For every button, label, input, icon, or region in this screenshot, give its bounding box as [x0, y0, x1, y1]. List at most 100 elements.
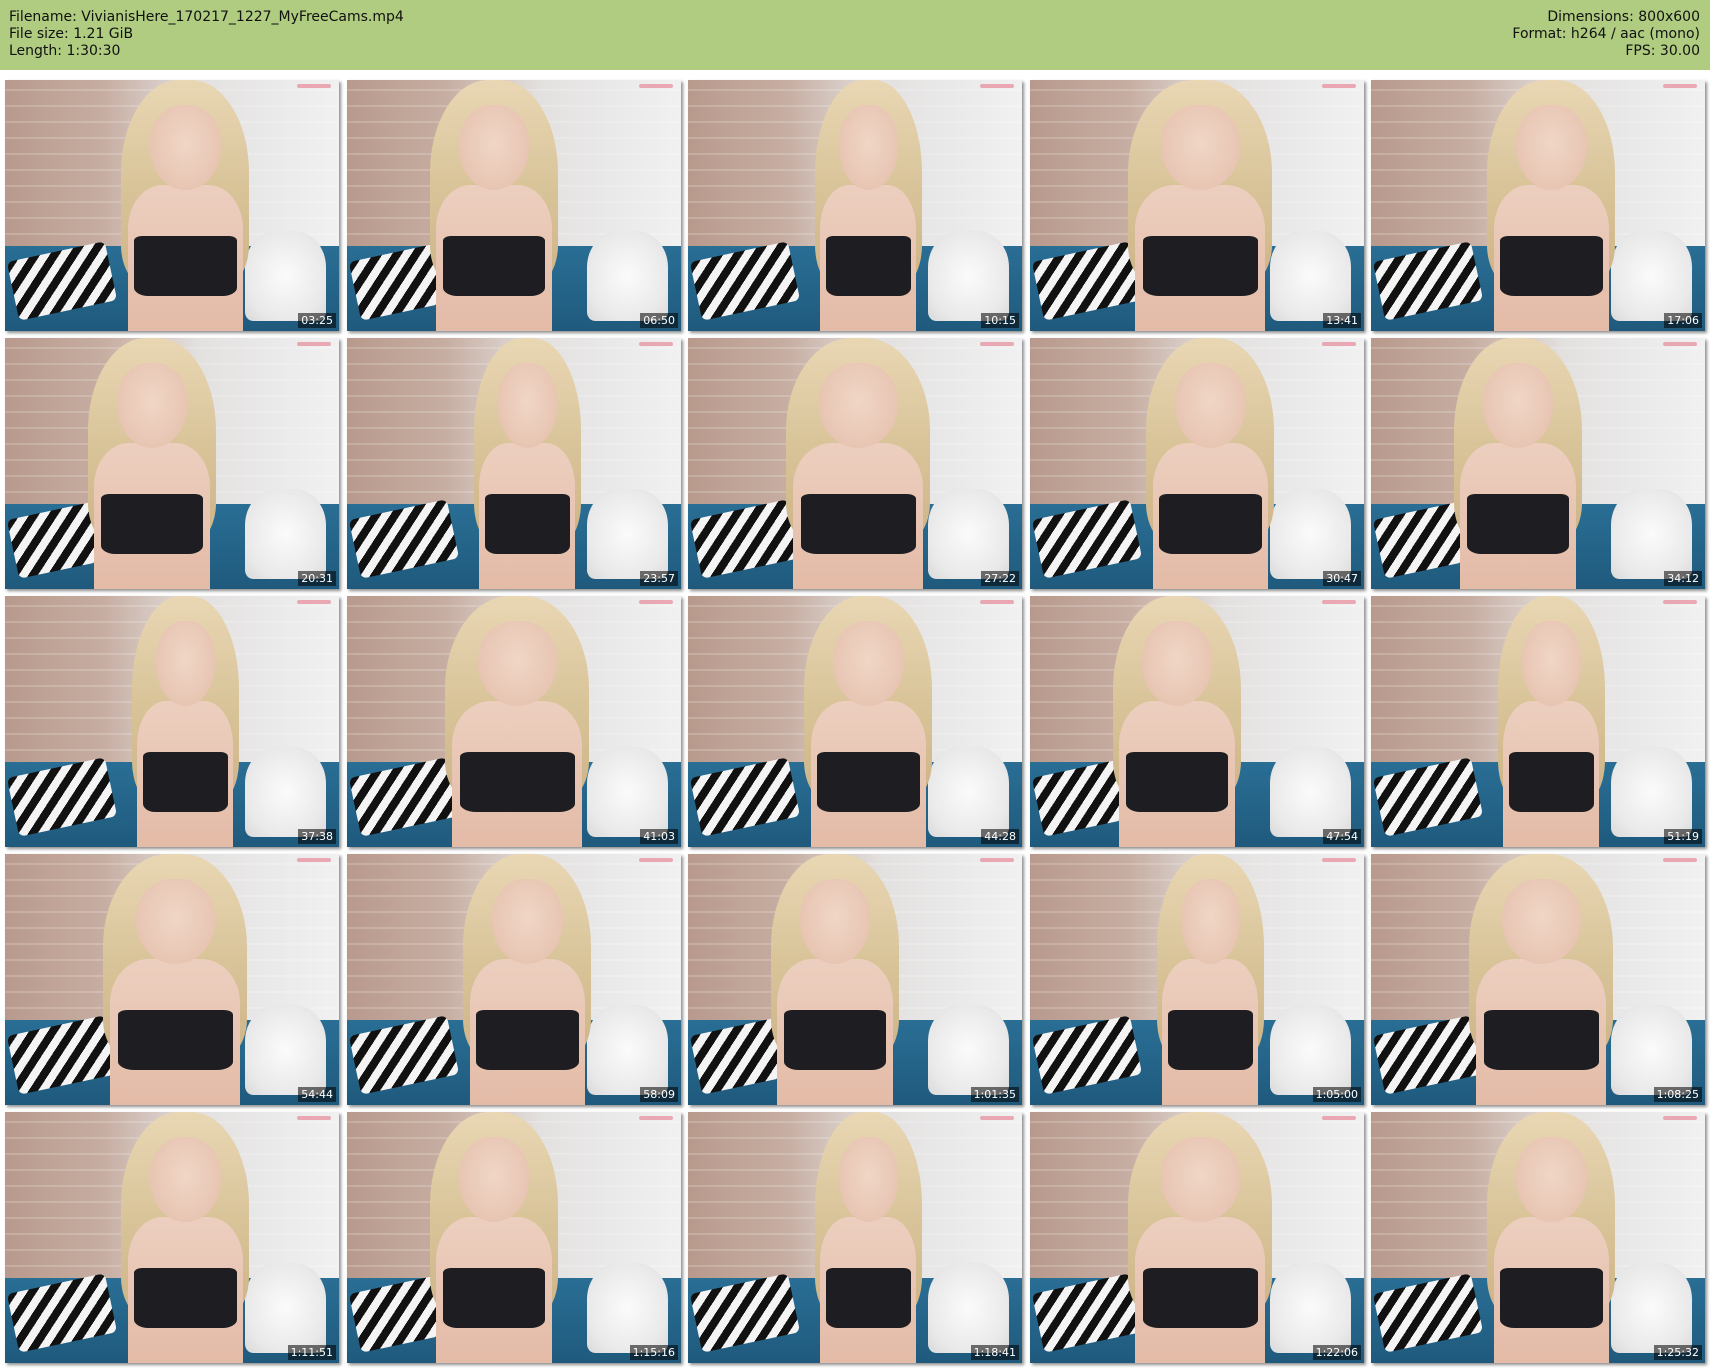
face-shape — [1160, 105, 1240, 191]
clothing-shape — [783, 1009, 887, 1070]
face-shape — [833, 621, 904, 707]
video-thumbnail[interactable]: 13:41 — [1030, 80, 1364, 331]
video-thumbnail[interactable]: 47:54 — [1030, 596, 1364, 847]
person-silhouette — [802, 1112, 936, 1363]
clothing-shape — [442, 235, 546, 296]
video-thumbnail[interactable]: 30:47 — [1030, 338, 1364, 589]
video-thumbnail[interactable]: 44:28 — [688, 596, 1022, 847]
clothing-shape — [117, 1009, 234, 1070]
clothing-shape — [817, 751, 920, 812]
video-thumbnail[interactable]: 1:25:32 — [1371, 1112, 1705, 1363]
person-silhouette — [768, 338, 948, 589]
person-silhouette — [1485, 596, 1619, 847]
watermark-mark — [639, 84, 673, 88]
info-header: Filename: VivianisHere_170217_1227_MyFre… — [0, 0, 1710, 70]
clothing-shape — [825, 1267, 912, 1328]
face-shape — [838, 105, 898, 191]
person-silhouette — [427, 596, 607, 847]
video-thumbnail[interactable]: 51:19 — [1371, 596, 1705, 847]
clothing-shape — [484, 493, 571, 554]
thumbnail-timestamp: 51:19 — [1664, 829, 1702, 844]
video-thumbnail[interactable]: 1:11:51 — [5, 1112, 339, 1363]
video-thumbnail[interactable]: 1:15:16 — [347, 1112, 681, 1363]
clothing-shape — [1466, 493, 1570, 554]
person-silhouette — [119, 596, 253, 847]
video-thumbnail[interactable]: 1:01:35 — [688, 854, 1022, 1105]
person-silhouette — [1471, 1112, 1631, 1363]
video-thumbnail[interactable]: 34:12 — [1371, 338, 1705, 589]
video-thumbnail[interactable]: 03:25 — [5, 80, 339, 331]
video-thumbnail[interactable]: 27:22 — [688, 338, 1022, 589]
video-thumbnail[interactable]: 1:08:25 — [1371, 854, 1705, 1105]
face-shape — [1180, 879, 1240, 965]
person-silhouette — [802, 80, 936, 331]
face-shape — [1521, 621, 1581, 707]
thumbnail-timestamp: 30:47 — [1323, 571, 1361, 586]
thumbnail-timestamp: 1:15:16 — [629, 1345, 678, 1360]
watermark-mark — [1322, 84, 1356, 88]
clothing-shape — [442, 1267, 546, 1328]
person-silhouette — [1097, 596, 1257, 847]
watermark-mark — [1322, 858, 1356, 862]
clothing-shape — [1142, 1267, 1259, 1328]
person-silhouette — [1110, 80, 1290, 331]
watermark-mark — [1663, 1116, 1697, 1120]
person-silhouette — [1130, 338, 1290, 589]
video-thumbnail[interactable]: 17:06 — [1371, 80, 1705, 331]
video-thumbnail[interactable]: 20:31 — [5, 338, 339, 589]
watermark-mark — [297, 1116, 331, 1120]
video-thumbnail[interactable]: 23:57 — [347, 338, 681, 589]
video-thumbnail[interactable]: 37:38 — [5, 596, 339, 847]
clothing-shape — [459, 751, 576, 812]
clothing-shape — [476, 1009, 579, 1070]
clothing-shape — [134, 1267, 237, 1328]
video-thumbnail[interactable]: 54:44 — [5, 854, 339, 1105]
video-thumbnail[interactable]: 58:09 — [347, 854, 681, 1105]
filesize-label: File size: 1.21 GiB — [9, 26, 134, 42]
clothing-shape — [1500, 1267, 1603, 1328]
person-silhouette — [105, 80, 265, 331]
video-thumbnail[interactable]: 41:03 — [347, 596, 681, 847]
watermark-mark — [297, 342, 331, 346]
thumbnail-timestamp: 1:25:32 — [1653, 1345, 1702, 1360]
video-thumbnail[interactable]: 1:22:06 — [1030, 1112, 1364, 1363]
fur-pillow-shape — [587, 488, 668, 579]
face-shape — [150, 1137, 221, 1223]
face-shape — [477, 621, 557, 707]
person-silhouette — [447, 854, 607, 1105]
video-thumbnail[interactable]: 1:18:41 — [688, 1112, 1022, 1363]
clothing-shape — [1125, 751, 1229, 812]
face-shape — [1501, 879, 1581, 965]
clothing-shape — [142, 751, 229, 812]
thumbnail-timestamp: 13:41 — [1323, 313, 1361, 328]
watermark-mark — [639, 1116, 673, 1120]
thumbnail-timestamp: 03:25 — [298, 313, 336, 328]
watermark-mark — [980, 858, 1014, 862]
thumbnail-timestamp: 44:28 — [981, 829, 1019, 844]
thumbnail-grid: 03:25 06:50 10:15 13:41 17:06 20:31 23:57 27:22… — [5, 80, 1705, 1366]
fur-pillow-shape — [928, 1262, 1009, 1353]
thumbnail-timestamp: 06:50 — [640, 313, 678, 328]
fur-pillow-shape — [245, 488, 326, 579]
video-thumbnail[interactable]: 1:05:00 — [1030, 854, 1364, 1105]
thumbnail-timestamp: 47:54 — [1323, 829, 1361, 844]
video-thumbnail[interactable]: 10:15 — [688, 80, 1022, 331]
fur-pillow-shape — [928, 1004, 1009, 1095]
face-shape — [799, 879, 871, 965]
face-shape — [116, 363, 188, 449]
person-silhouette — [1438, 338, 1598, 589]
watermark-mark — [980, 342, 1014, 346]
clothing-shape — [800, 493, 917, 554]
person-silhouette — [105, 1112, 265, 1363]
video-thumbnail[interactable]: 06:50 — [347, 80, 681, 331]
face-shape — [458, 1137, 530, 1223]
face-shape — [135, 879, 215, 965]
clothing-shape — [100, 493, 204, 554]
person-silhouette — [85, 854, 265, 1105]
watermark-mark — [980, 1116, 1014, 1120]
watermark-mark — [1322, 600, 1356, 604]
info-right: Dimensions: 800x600 Format: h264 / aac (… — [1512, 9, 1700, 60]
person-silhouette — [788, 596, 948, 847]
person-silhouette — [1471, 80, 1631, 331]
face-shape — [1175, 363, 1246, 449]
